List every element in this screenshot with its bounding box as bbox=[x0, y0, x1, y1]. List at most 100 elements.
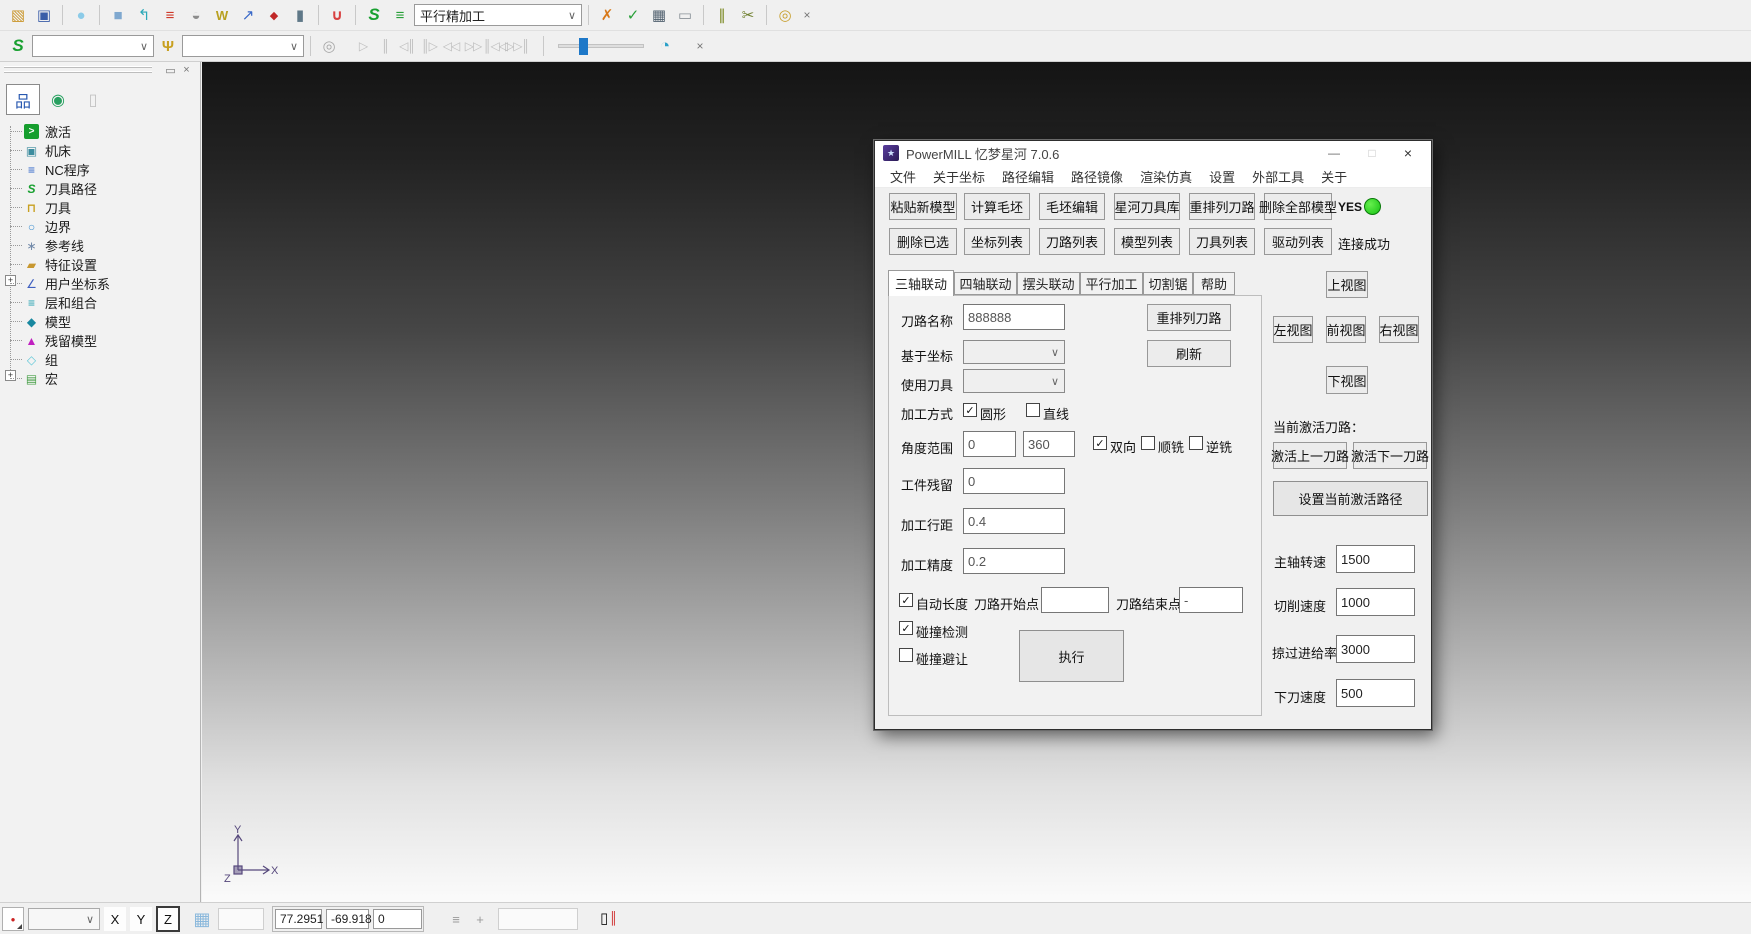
tree-item-activate[interactable]: > 激活 bbox=[24, 122, 71, 141]
climb-checkbox[interactable]: ✓ bbox=[1141, 436, 1155, 450]
pause-output-button[interactable]: ▯ ║ bbox=[600, 909, 618, 927]
menu-settings[interactable]: 设置 bbox=[1209, 167, 1235, 186]
web-tab[interactable]: ◉ bbox=[41, 84, 75, 115]
statusbar-field-1[interactable] bbox=[218, 908, 264, 930]
axis-z-button[interactable]: Z bbox=[156, 906, 180, 932]
tree-item-levels-sets[interactable]: ≡ 层和组合 bbox=[24, 293, 97, 312]
z-heights-icon[interactable]: ≡ bbox=[158, 3, 182, 27]
view-left-button[interactable]: 左视图 bbox=[1273, 316, 1313, 343]
menu-about[interactable]: 关于 bbox=[1321, 167, 1347, 186]
delete-all-models-button[interactable]: 删除全部模型 bbox=[1264, 193, 1332, 220]
grid-icon[interactable]: ▦ bbox=[190, 908, 214, 930]
toolpath-list-button[interactable]: 刀路列表 bbox=[1039, 228, 1105, 255]
menu-external-tools[interactable]: 外部工具 bbox=[1252, 167, 1304, 186]
sim-tool-dropdown[interactable]: ∨ bbox=[182, 35, 304, 57]
tool-holder-icon[interactable]: ▮ bbox=[288, 3, 312, 27]
tool-list-button[interactable]: 刀具列表 bbox=[1189, 228, 1255, 255]
calculator-icon[interactable]: ▦ bbox=[647, 3, 671, 27]
plunge-speed-input[interactable] bbox=[1336, 679, 1415, 707]
statusbar-field-2[interactable] bbox=[498, 908, 578, 930]
set-active-path-button[interactable]: 设置当前激活路径 bbox=[1273, 481, 1428, 516]
activate-prev-button[interactable]: 激活上一刀路 bbox=[1273, 442, 1347, 469]
close-panel-icon[interactable]: × bbox=[179, 63, 194, 77]
tree-item-patterns[interactable]: ∗ 参考线 bbox=[24, 236, 84, 255]
collision-icon[interactable]: ∪ bbox=[325, 3, 349, 27]
coord-y-field[interactable]: -69.918 bbox=[326, 909, 369, 929]
tool-library-button[interactable]: 星河刀具库 bbox=[1114, 193, 1180, 220]
auto-length-checkbox[interactable]: ✓ bbox=[899, 593, 913, 607]
collision-check-checkbox[interactable]: ✓ bbox=[899, 621, 913, 635]
minimize-button[interactable]: — bbox=[1319, 141, 1349, 165]
probe-point-icon[interactable]: + bbox=[472, 911, 488, 927]
calc-block-button[interactable]: 计算毛坯 bbox=[964, 193, 1030, 220]
menu-render-sim[interactable]: 渲染仿真 bbox=[1140, 167, 1192, 186]
sim-toolpath-dropdown[interactable]: ∨ bbox=[32, 35, 154, 57]
tree-item-machine-tool[interactable]: ▣ 机床 bbox=[24, 141, 71, 160]
search-forward-icon[interactable]: ▷▷ bbox=[463, 35, 483, 57]
view-right-button[interactable]: 右视图 bbox=[1379, 316, 1419, 343]
delete-selected-button[interactable]: 删除已选 bbox=[889, 228, 957, 255]
tree-item-workplanes[interactable]: ∠ 用户坐标系 bbox=[24, 274, 110, 293]
view-bottom-button[interactable]: 下视图 bbox=[1326, 366, 1368, 394]
rearrange-toolpaths-button[interactable]: 重排列刀路 bbox=[1189, 193, 1255, 220]
coord-x-field[interactable]: 77.2951 bbox=[275, 909, 322, 929]
clock-icon[interactable]: ◔ bbox=[654, 35, 676, 57]
tree-item-tools[interactable]: ⊓ 刀具 bbox=[24, 198, 71, 217]
toolpath-name-input[interactable] bbox=[963, 304, 1065, 330]
save-icon[interactable]: ▣ bbox=[32, 3, 56, 27]
compare-icon[interactable]: ◎ bbox=[773, 3, 797, 27]
spindle-speed-input[interactable] bbox=[1336, 545, 1415, 573]
tree-item-nc-programs[interactable]: ≡ NC程序 bbox=[24, 160, 90, 179]
mirror-icon[interactable]: ∥ bbox=[710, 3, 734, 27]
angle-from-input[interactable] bbox=[963, 431, 1016, 457]
panel-gripper[interactable] bbox=[4, 71, 152, 73]
menu-file[interactable]: 文件 bbox=[890, 167, 916, 186]
axis-y-button[interactable]: Y bbox=[130, 907, 152, 931]
explorer-tab[interactable]: 品 bbox=[6, 84, 40, 115]
model-list-button[interactable]: 模型列表 bbox=[1114, 228, 1180, 255]
menu-coords[interactable]: 关于坐标 bbox=[933, 167, 985, 186]
points-icon[interactable]: ◆ bbox=[262, 3, 286, 27]
view-top-button[interactable]: 上视图 bbox=[1326, 271, 1368, 298]
bidirectional-checkbox[interactable]: ✓ bbox=[1093, 436, 1107, 450]
maximize-button[interactable]: □ bbox=[1357, 141, 1387, 165]
panel-gripper[interactable] bbox=[4, 66, 152, 68]
tool-ball-icon[interactable]: ◒ bbox=[184, 3, 208, 27]
close-button[interactable]: × bbox=[1393, 141, 1423, 165]
lamp-icon[interactable]: ◎ bbox=[317, 34, 341, 58]
tree-item-macros[interactable]: ▤ 宏 bbox=[24, 369, 58, 388]
menu-path-edit[interactable]: 路径编辑 bbox=[1002, 167, 1054, 186]
conventional-checkbox[interactable]: ✓ bbox=[1189, 436, 1203, 450]
tolerance-input[interactable] bbox=[963, 548, 1065, 574]
activate-next-button[interactable]: 激活下一刀路 bbox=[1353, 442, 1427, 469]
view-front-button[interactable]: 前视图 bbox=[1326, 316, 1366, 343]
tree-item-feature-sets[interactable]: ▰ 特征设置 bbox=[24, 255, 97, 274]
speed-slider-handle[interactable] bbox=[579, 38, 588, 55]
go-start-icon[interactable]: ║◁◁ bbox=[485, 35, 505, 57]
measure-icon[interactable]: ▭ bbox=[673, 3, 697, 27]
pattern-icon[interactable]: ↗ bbox=[236, 3, 260, 27]
tree-item-toolpaths[interactable]: S 刀具路径 bbox=[24, 179, 97, 198]
open-file-icon[interactable]: ▧ bbox=[6, 3, 30, 27]
block-icon[interactable]: ■ bbox=[106, 3, 130, 27]
start-point-input[interactable] bbox=[1041, 587, 1109, 613]
powermill-icon[interactable]: S bbox=[362, 3, 386, 27]
play-icon[interactable]: ▷ bbox=[353, 35, 373, 57]
close-toolbar-icon[interactable]: × bbox=[799, 7, 815, 23]
tree-item-stock-models[interactable]: ▲ 残留模型 bbox=[24, 331, 97, 350]
refresh-button[interactable]: 刷新 bbox=[1147, 340, 1231, 367]
rapid-moves-icon[interactable]: ↰ bbox=[132, 3, 156, 27]
tab-head-sync[interactable]: 摆头联动 bbox=[1017, 272, 1080, 295]
pause-icon[interactable]: ║ bbox=[375, 35, 395, 57]
stock-allowance-input[interactable] bbox=[963, 468, 1065, 494]
circular-checkbox[interactable]: ✓ bbox=[963, 403, 977, 417]
cursor-mode-button[interactable]: ● bbox=[2, 907, 24, 931]
axis-x-button[interactable]: X bbox=[104, 907, 126, 931]
shaded-render-icon[interactable]: ● bbox=[69, 3, 93, 27]
statusbar-dropdown[interactable]: ∨ bbox=[28, 908, 100, 930]
stepover-input[interactable] bbox=[963, 508, 1065, 534]
tab-4axis[interactable]: 四轴联动 bbox=[954, 272, 1017, 295]
xyz-list-icon[interactable]: ≡ bbox=[448, 911, 464, 927]
base-coord-dropdown[interactable]: ∨ bbox=[963, 340, 1065, 364]
skim-feed-input[interactable] bbox=[1336, 635, 1415, 663]
